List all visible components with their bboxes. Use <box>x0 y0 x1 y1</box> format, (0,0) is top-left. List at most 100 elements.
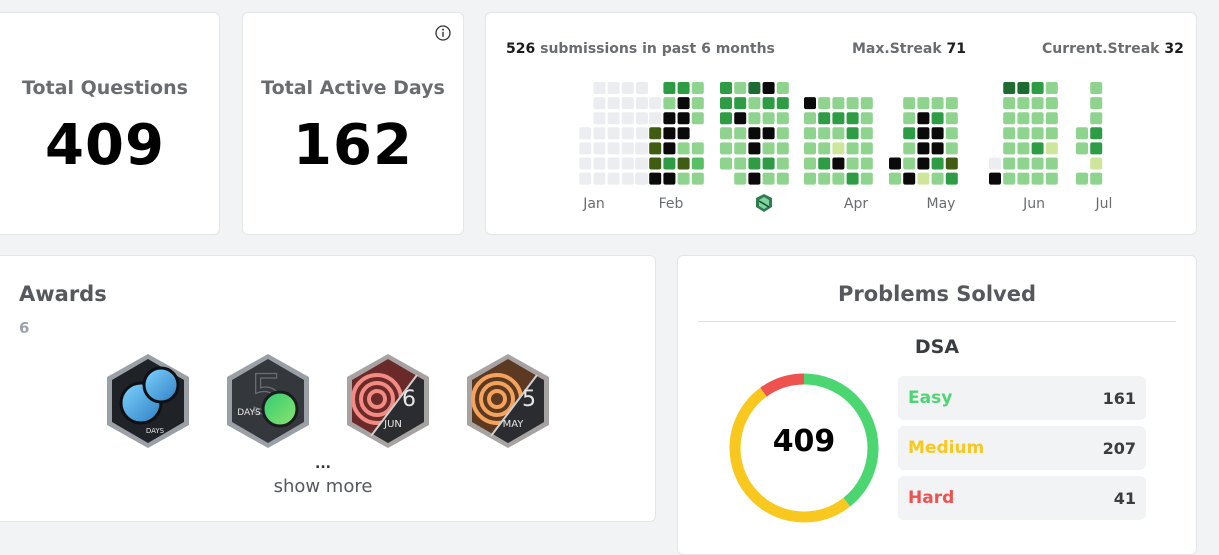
heatmap-cell[interactable] <box>832 172 845 185</box>
heatmap-cell[interactable] <box>917 157 930 170</box>
heatmap-cell[interactable] <box>1017 142 1030 155</box>
heatmap-cell[interactable] <box>1003 97 1016 110</box>
heatmap-cell[interactable] <box>691 172 704 185</box>
heatmap-cell[interactable] <box>677 127 690 140</box>
heatmap-cell[interactable] <box>663 97 676 110</box>
heatmap-cell[interactable] <box>636 112 648 125</box>
heatmap-cell[interactable] <box>691 142 704 155</box>
heatmap-cell[interactable] <box>931 127 944 140</box>
heatmap-cell[interactable] <box>621 112 634 125</box>
heatmap-cell[interactable] <box>635 157 647 170</box>
heatmap-cell[interactable] <box>818 157 831 170</box>
heatmap-cell[interactable] <box>804 172 816 185</box>
heatmap-cell[interactable] <box>720 142 732 155</box>
heatmap-cell[interactable] <box>903 97 916 110</box>
heatmap-cell[interactable] <box>1045 172 1058 185</box>
heatmap-cell[interactable] <box>677 97 690 110</box>
heatmap-cell[interactable] <box>579 157 592 170</box>
heatmap-cell[interactable] <box>720 157 732 170</box>
heatmap-cell[interactable] <box>720 127 732 140</box>
heatmap-cell[interactable] <box>860 112 873 125</box>
heatmap-cell[interactable] <box>945 127 958 140</box>
heatmap-cell[interactable] <box>804 112 816 125</box>
heatmap-cell[interactable] <box>776 172 789 185</box>
heatmap-cell[interactable] <box>1076 142 1088 155</box>
heatmap-cell[interactable] <box>832 97 845 110</box>
heatmap-cell[interactable] <box>931 97 944 110</box>
heatmap-cell[interactable] <box>762 172 775 185</box>
heatmap-cell[interactable] <box>748 82 761 94</box>
heatmap-cell[interactable] <box>1090 127 1103 140</box>
heatmap-cell[interactable] <box>734 97 747 110</box>
heatmap-cell[interactable] <box>818 172 831 185</box>
heatmap-cell[interactable] <box>804 157 816 170</box>
heatmap-cell[interactable] <box>663 112 676 125</box>
heatmap-cell[interactable] <box>846 112 859 125</box>
heatmap-cell[interactable] <box>762 127 775 140</box>
heatmap-cell[interactable] <box>649 112 662 125</box>
heatmap-cell[interactable] <box>762 157 775 170</box>
heatmap-cell[interactable] <box>989 157 1001 170</box>
heatmap-cell[interactable] <box>734 82 747 94</box>
heatmap-cell[interactable] <box>1031 97 1044 110</box>
heatmap-cell[interactable] <box>1003 157 1016 170</box>
heatmap-cell[interactable] <box>607 172 620 185</box>
heatmap-cell[interactable] <box>1003 142 1016 155</box>
heatmap-cell[interactable] <box>860 97 873 110</box>
heatmap-cell[interactable] <box>636 127 648 140</box>
heatmap-cell[interactable] <box>776 127 789 140</box>
heatmap-cell[interactable] <box>677 172 690 185</box>
heatmap-cell[interactable] <box>734 142 747 155</box>
heatmap-cell[interactable] <box>903 172 916 185</box>
heatmap-cell[interactable] <box>635 142 647 155</box>
heatmap-cell[interactable] <box>691 112 704 125</box>
heatmap-cell[interactable] <box>917 142 930 155</box>
heatmap-cell[interactable] <box>1003 82 1016 94</box>
heatmap-cell[interactable] <box>734 157 747 170</box>
heatmap-cell[interactable] <box>1017 157 1030 170</box>
heatmap-cell[interactable] <box>691 97 704 110</box>
heatmap-cell[interactable] <box>649 172 662 185</box>
heatmap-cell[interactable] <box>593 142 606 155</box>
heatmap-cell[interactable] <box>1017 127 1030 140</box>
heatmap-cell[interactable] <box>804 97 816 110</box>
heatmap-cell[interactable] <box>607 97 620 110</box>
heatmap-cell[interactable] <box>621 82 634 94</box>
heatmap-cell[interactable] <box>1090 157 1103 170</box>
heatmap-cell[interactable] <box>691 82 704 94</box>
heatmap-cell[interactable] <box>607 127 620 140</box>
heatmap-cell[interactable] <box>734 112 747 125</box>
heatmap-cell[interactable] <box>776 112 789 125</box>
heatmap-cell[interactable] <box>762 142 775 155</box>
heatmap-cell[interactable] <box>677 142 690 155</box>
heatmap-cell[interactable] <box>1017 172 1030 185</box>
heatmap-cell[interactable] <box>593 172 606 185</box>
heatmap-cell[interactable] <box>762 97 775 110</box>
heatmap-cell[interactable] <box>1031 112 1044 125</box>
heatmap-cell[interactable] <box>649 97 662 110</box>
heatmap-cell[interactable] <box>846 172 859 185</box>
info-icon[interactable] <box>435 25 451 41</box>
heatmap-cell[interactable] <box>931 112 944 125</box>
heatmap-cell[interactable] <box>860 172 873 185</box>
heatmap-cell[interactable] <box>663 172 676 185</box>
heatmap-cell[interactable] <box>818 97 831 110</box>
heatmap-cell[interactable] <box>804 127 816 140</box>
heatmap-cell[interactable] <box>691 157 704 170</box>
heatmap-cell[interactable] <box>593 82 606 94</box>
heatmap-cell[interactable] <box>748 97 761 110</box>
heatmap-cell[interactable] <box>748 142 761 155</box>
heatmap-cell[interactable] <box>804 142 816 155</box>
heatmap-cell[interactable] <box>1003 112 1016 125</box>
heatmap-cell[interactable] <box>593 127 606 140</box>
heatmap-cell[interactable] <box>621 127 634 140</box>
heatmap-cell[interactable] <box>917 112 930 125</box>
heatmap-cell[interactable] <box>677 82 690 94</box>
heatmap-cell[interactable] <box>649 127 662 140</box>
heatmap-cell[interactable] <box>1076 127 1088 140</box>
jun-badge-icon[interactable]: 6 JUN <box>343 351 433 451</box>
may-badge-icon[interactable]: 5 MAY <box>463 351 553 451</box>
heatmap-cell[interactable] <box>1003 172 1016 185</box>
heatmap-cell[interactable] <box>1090 97 1103 110</box>
heatmap-cell[interactable] <box>776 157 789 170</box>
